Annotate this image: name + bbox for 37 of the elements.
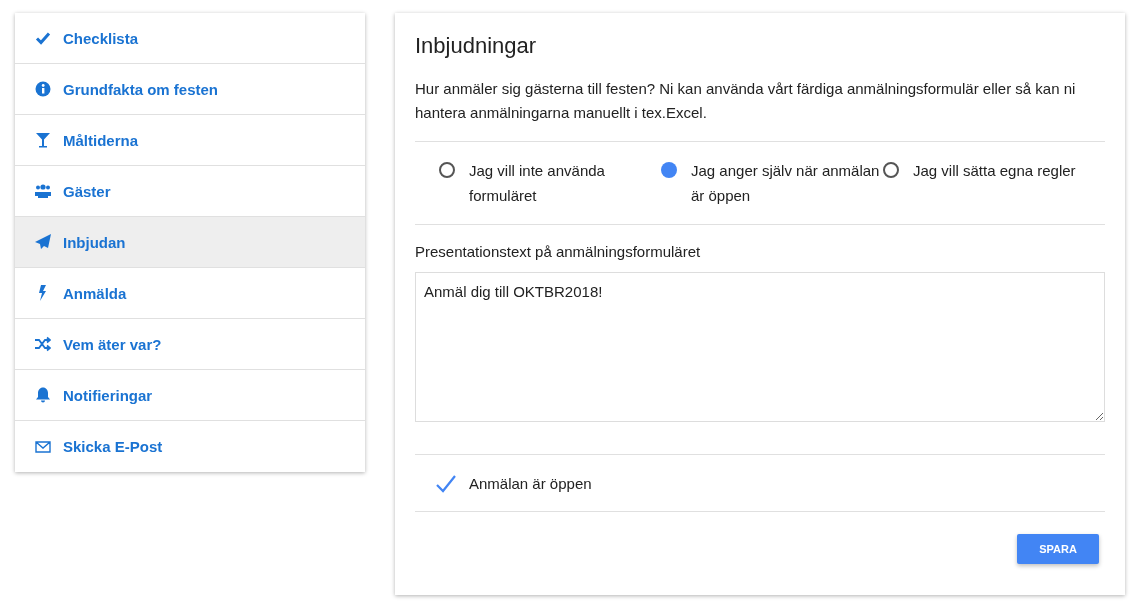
cocktail-glass-icon xyxy=(35,132,51,148)
sidebar-item-label: Inbjudan xyxy=(63,233,126,251)
description-text: Hur anmäler sig gästerna till festen? Ni kan använda vårt färdiga anmälningsformulär eller så kan ni hantera anmälningarna manuellt i tex.Excel. xyxy=(415,79,1077,123)
sidebar-item[interactable]: Vem äter var? xyxy=(15,319,365,370)
paper-plane-icon xyxy=(35,234,51,250)
radio-button[interactable] xyxy=(439,162,455,178)
sidebar-item[interactable]: Checklista xyxy=(15,13,365,64)
sidebar-item-label: Skicka E-Post xyxy=(63,438,163,455)
envelope-icon xyxy=(35,438,51,455)
sidebar-item-label: Notifieringar xyxy=(63,386,153,404)
checkbox-label: Anmälan är öppen xyxy=(469,474,592,492)
radio-label: Jag vill inte använda formuläret xyxy=(469,161,606,206)
radio-button[interactable] xyxy=(661,162,677,178)
sidebar-item[interactable]: Inbjudan xyxy=(15,217,365,268)
sidebar-item[interactable]: Notifieringar xyxy=(15,370,365,421)
sidebar-item-label: Måltiderna xyxy=(63,131,138,149)
people-icon xyxy=(35,183,51,199)
sidebar-item[interactable]: Måltiderna xyxy=(15,115,365,166)
card-title: Inbjudningar xyxy=(415,33,538,59)
presentation-text-field[interactable]: Anmäl dig till OKTBR2018! xyxy=(415,272,1105,422)
check-icon xyxy=(35,30,51,46)
sidebar-item[interactable]: Anmälda xyxy=(15,268,365,319)
bell-icon xyxy=(35,387,51,403)
sidebar-item[interactable]: Skicka E-Post xyxy=(15,421,365,472)
radio-label: Jag vill sätta egna regler xyxy=(913,161,1076,181)
sidebar-item-label: Vem äter var? xyxy=(63,335,162,353)
shuffle-icon xyxy=(35,336,51,352)
sidebar-item-label: Checklista xyxy=(63,29,139,47)
sidebar-item[interactable]: Grundfakta om festen xyxy=(15,64,365,115)
save-button[interactable]: SPARA xyxy=(1017,534,1099,564)
sidebar-item-label: Anmälda xyxy=(63,284,127,302)
radio-button[interactable] xyxy=(883,162,899,178)
field-label: Presentationstext på anmälningsformuläret xyxy=(415,243,702,260)
sidebar-item-label: Gäster xyxy=(63,182,111,200)
sidebar-item-label: Grundfakta om festen xyxy=(63,80,219,98)
info-icon xyxy=(35,81,51,97)
radio-label: Jag anger själv när anmälan är öppen xyxy=(691,161,881,206)
